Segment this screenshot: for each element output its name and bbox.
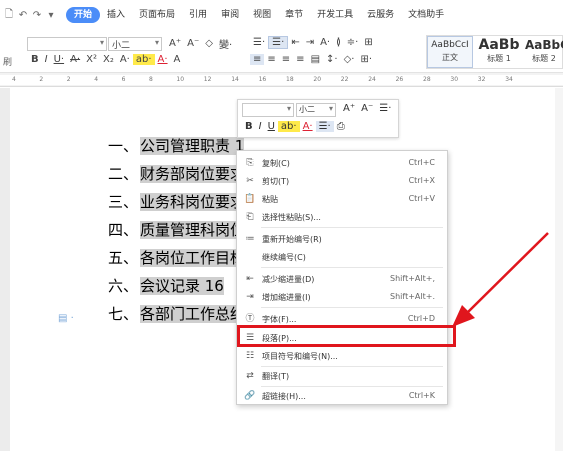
annotation-arrow: [452, 232, 549, 327]
arrow-shaft: [466, 232, 549, 314]
